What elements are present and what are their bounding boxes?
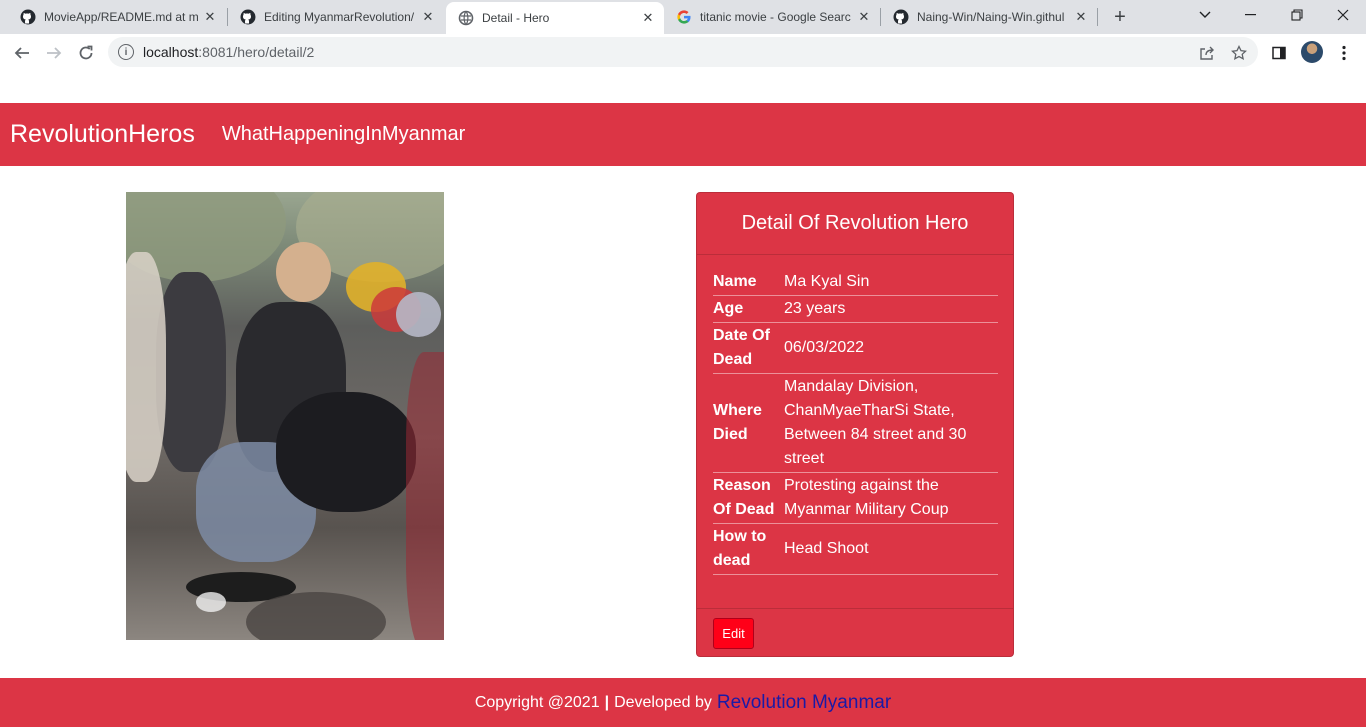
nav-link-what-happening[interactable]: WhatHappeningInMyanmar [222,123,465,146]
browser-tabstrip: MovieApp/README.md at m ✕ Editing Myanma… [0,0,1366,34]
row-value: Protesting against the Myanmar Military … [784,472,998,524]
row-label: Where Died [713,373,784,473]
browser-tab[interactable]: titanic movie - Google Searc ✕ [664,0,880,34]
tab-title: Detail - Hero [482,11,550,25]
forward-arrow-icon[interactable] [41,40,67,66]
more-menu-icon[interactable] [1334,43,1354,63]
side-panel-icon[interactable] [1269,43,1289,63]
table-row: Where Died Mandalay Division, ChanMyaeTh… [713,373,998,473]
row-label: How to dead [713,523,784,575]
hero-photo [126,192,444,640]
page-footer: Copyright @2021 | Developed by Revolutio… [0,678,1366,727]
bookmark-star-icon[interactable] [1230,44,1248,62]
browser-tab[interactable]: MovieApp/README.md at m ✕ [8,0,226,34]
close-tab-icon[interactable]: ✕ [640,10,656,26]
tab-title: Naing-Win/Naing-Win.githul [917,10,1065,24]
tab-title: MovieApp/README.md at m [44,10,199,24]
edit-button[interactable]: Edit [713,618,754,649]
url-text: localhost:8081/hero/detail/2 [143,44,314,60]
close-window-button[interactable] [1320,0,1366,30]
close-tab-icon[interactable]: ✕ [202,9,218,25]
row-value: 06/03/2022 [784,322,998,374]
row-value: Head Shoot [784,523,998,575]
row-label: Name [713,269,784,296]
row-label: Age [713,295,784,323]
row-label: Date Of Dead [713,322,784,374]
github-icon [20,9,36,25]
table-row: Name Ma Kyal Sin [713,269,998,296]
table-row: Reason Of Dead Protesting against the My… [713,472,998,524]
table-row: Date Of Dead 06/03/2022 [713,322,998,374]
globe-icon [458,10,474,26]
card-title: Detail Of Revolution Hero [697,193,1013,255]
tab-divider [1097,8,1098,26]
card-body: Name Ma Kyal Sin Age 23 years Date Of De… [697,255,1013,575]
browser-toolbar: i localhost:8081/hero/detail/2 [0,34,1366,72]
close-tab-icon[interactable]: ✕ [1073,9,1089,25]
url-host: localhost [143,44,199,60]
tab-title: Editing MyanmarRevolution/ [264,10,415,24]
footer-separator: | [604,693,610,711]
site-info-icon[interactable]: i [118,44,134,60]
browser-tab[interactable]: Naing-Win/Naing-Win.githul ✕ [881,0,1097,34]
row-label: Reason Of Dead [713,472,784,524]
github-icon [240,9,256,25]
tab-search-icon[interactable] [1182,0,1228,30]
reload-icon[interactable] [73,40,99,66]
page-content: RevolutionHeros WhatHappeningInMyanmar D… [0,72,1366,727]
navbar-brand[interactable]: RevolutionHeros [10,120,195,149]
close-tab-icon[interactable]: ✕ [420,9,436,25]
row-value: Mandalay Division, ChanMyaeTharSi State,… [784,373,998,473]
close-tab-icon[interactable]: ✕ [856,9,872,25]
row-value: 23 years [784,295,998,323]
restore-button[interactable] [1274,0,1320,30]
google-icon [676,9,692,25]
github-icon [893,9,909,25]
revolution-myanmar-link[interactable]: Revolution Myanmar [717,692,891,714]
profile-avatar[interactable] [1301,41,1323,63]
top-navbar: RevolutionHeros WhatHappeningInMyanmar [0,103,1366,166]
address-bar[interactable]: i localhost:8081/hero/detail/2 [108,37,1258,67]
back-arrow-icon[interactable] [9,40,35,66]
table-row: Age 23 years [713,295,998,323]
hero-detail-card: Detail Of Revolution Hero Name Ma Kyal S… [696,192,1014,657]
browser-tab-active[interactable]: Detail - Hero ✕ [446,2,664,34]
hero-details-table: Name Ma Kyal Sin Age 23 years Date Of De… [713,269,998,575]
url-path: :8081/hero/detail/2 [198,44,315,60]
minimize-button[interactable] [1228,0,1274,30]
tab-title: titanic movie - Google Searc [700,10,851,24]
new-tab-button[interactable]: + [1108,5,1132,29]
share-icon[interactable] [1198,44,1216,62]
copyright-text: Copyright @2021 [474,693,600,711]
table-row: How to dead Head Shoot [713,523,998,575]
developed-by-text: Developed by [614,693,712,711]
browser-tab[interactable]: Editing MyanmarRevolution/ ✕ [228,0,444,34]
card-footer: Edit [697,608,1013,656]
row-value: Ma Kyal Sin [784,269,998,296]
